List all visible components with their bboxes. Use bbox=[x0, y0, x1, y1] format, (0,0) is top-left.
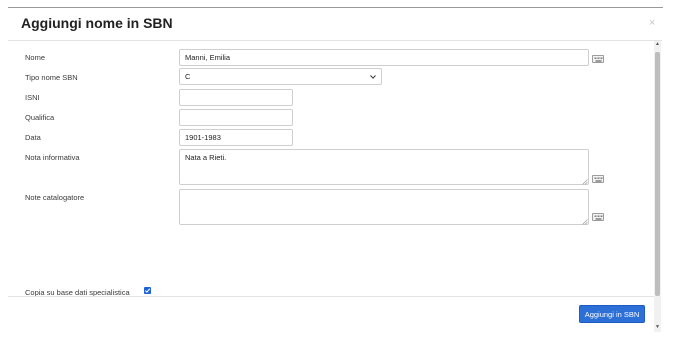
nome-input[interactable] bbox=[179, 49, 589, 66]
nota-informativa-label: Nota informativa bbox=[25, 153, 80, 162]
data-input[interactable] bbox=[179, 129, 293, 146]
modal-title: Aggiungi nome in SBN bbox=[21, 15, 173, 31]
data-label: Data bbox=[25, 133, 41, 142]
keyboard-icon[interactable] bbox=[592, 175, 604, 183]
footer-divider bbox=[8, 296, 654, 297]
keyboard-icon[interactable] bbox=[592, 213, 604, 221]
copia-checkbox[interactable] bbox=[144, 287, 151, 294]
qualifica-input[interactable] bbox=[179, 109, 293, 126]
scroll-up-icon[interactable]: ▲ bbox=[655, 42, 660, 47]
tipo-nome-select[interactable]: C bbox=[179, 68, 382, 85]
chevron-down-icon bbox=[370, 74, 376, 79]
scrollbar-thumb[interactable] bbox=[655, 52, 660, 296]
note-catalogatore-label: Note catalogatore bbox=[25, 193, 85, 202]
keyboard-icon[interactable] bbox=[592, 55, 604, 63]
note-catalogatore-textarea[interactable] bbox=[179, 189, 589, 225]
scroll-down-icon[interactable]: ▼ bbox=[655, 325, 660, 330]
tipo-nome-label: Tipo nome SBN bbox=[25, 73, 78, 82]
close-icon[interactable]: × bbox=[649, 18, 655, 29]
nome-label: Nome bbox=[25, 53, 46, 62]
nota-informativa-textarea[interactable]: Nata a Rieti. bbox=[179, 149, 589, 185]
header-divider bbox=[8, 40, 662, 41]
qualifica-label: Qualifica bbox=[25, 113, 55, 122]
tipo-nome-value: C bbox=[185, 72, 191, 81]
isni-input[interactable] bbox=[179, 89, 293, 106]
aggiungi-in-sbn-button[interactable]: Aggiungi in SBN bbox=[579, 305, 645, 323]
isni-label: ISNI bbox=[25, 93, 40, 102]
top-divider bbox=[8, 7, 663, 8]
